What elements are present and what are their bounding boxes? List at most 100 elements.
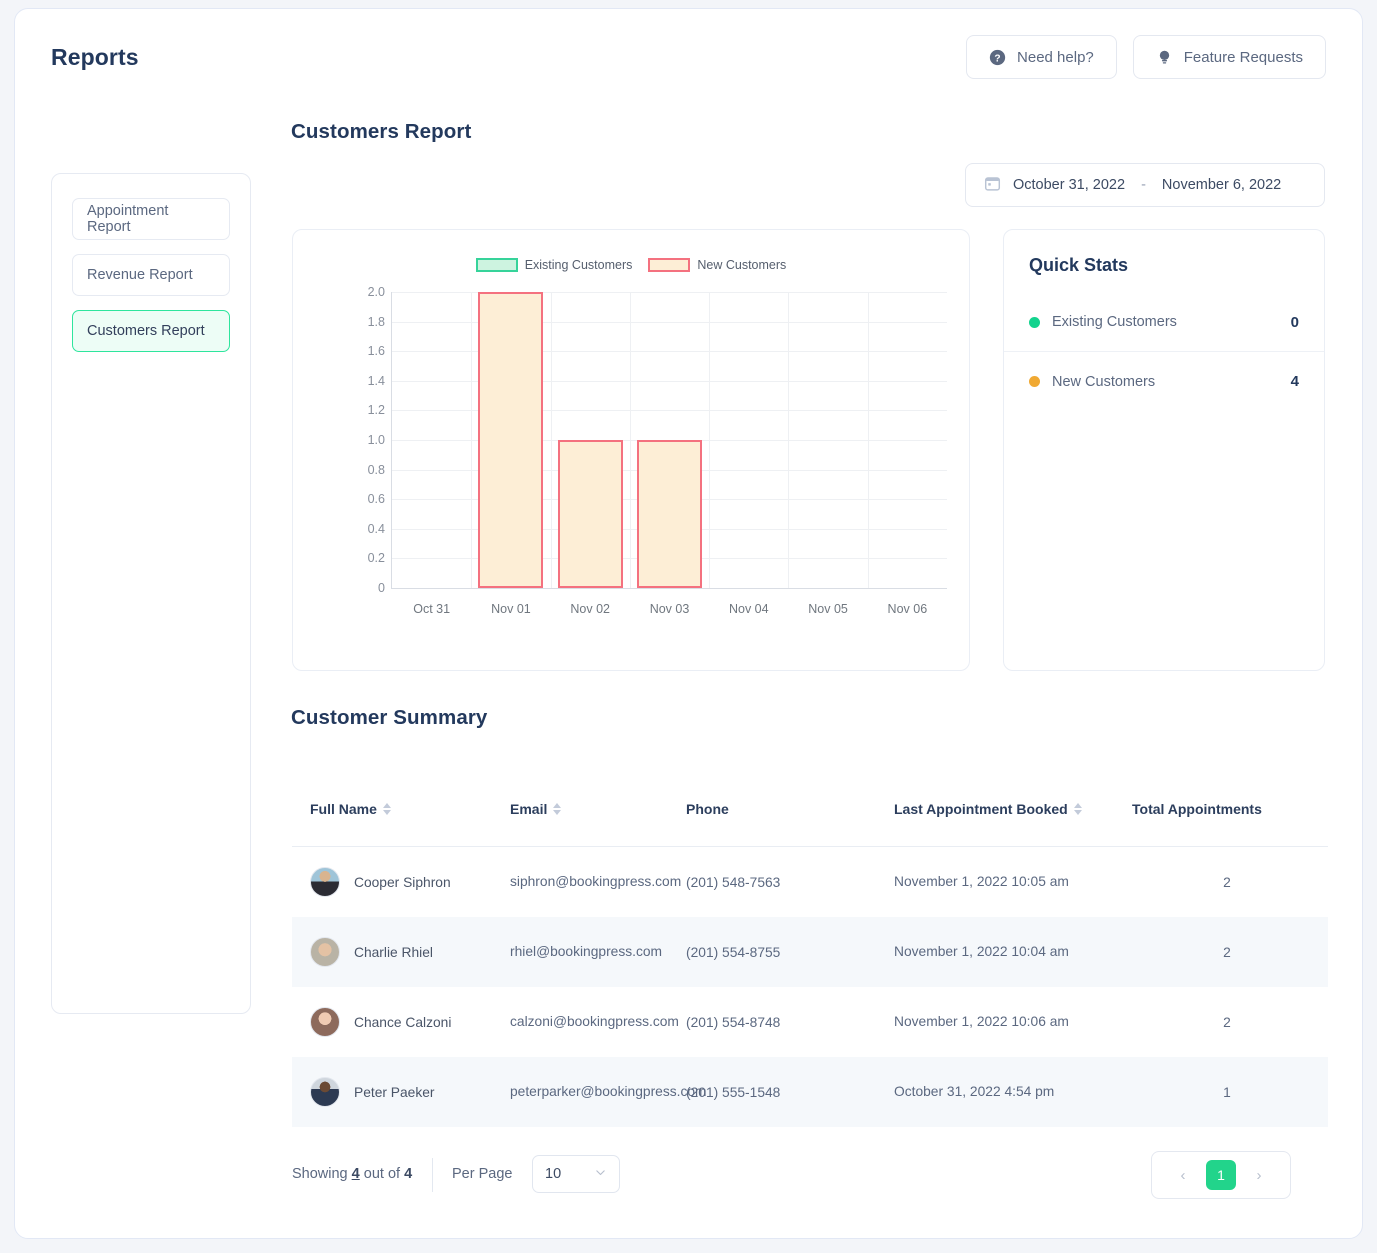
cell-phone: (201) 554-8755 bbox=[686, 944, 781, 960]
lightbulb-icon bbox=[1156, 49, 1173, 66]
cell-last-appointment: November 1, 2022 10:06 am bbox=[894, 1014, 1069, 1030]
svg-text:?: ? bbox=[994, 53, 1000, 64]
sort-email-icon[interactable] bbox=[553, 802, 562, 815]
chart-gridline-horizontal bbox=[392, 351, 947, 353]
per-page-select[interactable]: 10 bbox=[532, 1155, 620, 1193]
chart-y-tick-label: 1.0 bbox=[367, 433, 385, 447]
chart-y-tick-label: 1.8 bbox=[367, 314, 385, 329]
table-row[interactable]: Charlie Rhiel rhiel@bookingpress.com (20… bbox=[292, 917, 1328, 987]
column-label: Phone bbox=[686, 800, 729, 817]
chart-gridline-vertical bbox=[788, 292, 790, 588]
cell-full-name: Cooper Siphron bbox=[292, 867, 510, 897]
cell-full-name: Peter Paeker bbox=[292, 1077, 510, 1107]
sidebar-item-label: Appointment Report bbox=[87, 203, 169, 235]
chart-y-tick-label: 0 bbox=[378, 581, 385, 595]
column-label: Total Appointments bbox=[1132, 800, 1262, 817]
chart-y-tick-label: 1.4 bbox=[367, 373, 385, 388]
chart-gridline-horizontal bbox=[392, 380, 947, 382]
showing-total: 4 bbox=[404, 1166, 413, 1182]
date-range-picker[interactable]: October 31, 2022 - November 6, 2022 bbox=[965, 163, 1325, 207]
feature-requests-button[interactable]: Feature Requests bbox=[1132, 35, 1326, 79]
legend-item-existing-customers[interactable]: Existing Customers bbox=[475, 258, 632, 272]
chart-x-tick-label: Nov 06 bbox=[887, 602, 928, 616]
quick-stat-label: New Customers bbox=[1052, 373, 1156, 390]
table-header-last-appointment-booked: Last Appointment Booked bbox=[894, 801, 1132, 817]
sort-last-appointment-icon[interactable] bbox=[1073, 802, 1082, 815]
sidebar-item-label: Revenue Report bbox=[87, 267, 193, 283]
sidebar-item-appointment-report[interactable]: Appointment Report bbox=[72, 198, 230, 240]
chevron-down-icon bbox=[594, 1166, 607, 1183]
pagination-page-1[interactable]: 1 bbox=[1206, 1160, 1236, 1190]
sidebar-item-customers-report[interactable]: Customers Report bbox=[72, 310, 230, 352]
need-help-button[interactable]: ? Need help? bbox=[966, 35, 1117, 79]
pagination-prev-button[interactable]: ‹ bbox=[1174, 1167, 1192, 1184]
chart-bar[interactable] bbox=[478, 292, 544, 588]
date-range-separator: - bbox=[1141, 177, 1146, 193]
avatar bbox=[310, 1077, 340, 1107]
table-row[interactable]: Chance Calzoni calzoni@bookingpress.com … bbox=[292, 987, 1328, 1057]
legend-item-new-customers[interactable]: New Customers bbox=[648, 258, 786, 272]
pagination-next-button[interactable]: › bbox=[1250, 1167, 1268, 1184]
column-label: Email bbox=[510, 800, 548, 817]
quick-stats-title: Quick Stats bbox=[1029, 255, 1129, 275]
pagination: ‹ 1 › bbox=[1151, 1151, 1291, 1199]
cell-last-appointment: October 31, 2022 4:54 pm bbox=[894, 1084, 1055, 1100]
chart-gridline-vertical bbox=[550, 292, 552, 588]
legend-label-new: New Customers bbox=[697, 258, 787, 272]
cell-email: rhiel@bookingpress.com bbox=[510, 944, 663, 960]
customer-name: Cooper Siphron bbox=[354, 874, 451, 890]
customer-name: Peter Paeker bbox=[354, 1084, 435, 1100]
showing-count-text: Showing 4 out of 4 bbox=[292, 1166, 412, 1182]
topbar: Reports ? Need help? Feature Requests bbox=[15, 9, 1362, 109]
chart-gridline-horizontal bbox=[392, 292, 947, 293]
reports-page: Reports ? Need help? Feature Requests Ap… bbox=[14, 8, 1363, 1239]
cell-email: siphron@bookingpress.com bbox=[510, 874, 682, 890]
chart-x-tick-label: Nov 04 bbox=[728, 602, 769, 616]
chart-gridline-vertical bbox=[867, 292, 869, 588]
chart-y-tick-label: 1.2 bbox=[367, 403, 385, 418]
chart-gridline-vertical bbox=[629, 292, 631, 588]
column-label: Full Name bbox=[310, 800, 377, 817]
cell-full-name: Chance Calzoni bbox=[292, 1007, 510, 1037]
calendar-icon bbox=[984, 175, 1001, 196]
chart-bar[interactable] bbox=[557, 440, 623, 588]
cell-total-appointments: 2 bbox=[1223, 874, 1231, 890]
sidebar: Appointment Report Revenue Report Custom… bbox=[51, 173, 251, 1014]
need-help-label: Need help? bbox=[1017, 48, 1094, 66]
quick-stat-value: 0 bbox=[1290, 313, 1299, 331]
chart-gridline-horizontal bbox=[392, 410, 947, 412]
feature-requests-label: Feature Requests bbox=[1183, 48, 1303, 66]
chart-plot: 2.0 1.8 1.6 1.4 1.2 1.0 0.8 0.6 0.4 0.2 0 Oct 31 Nov… bbox=[347, 285, 955, 627]
top-actions: ? Need help? Feature Requests bbox=[966, 35, 1326, 79]
chart-bar[interactable] bbox=[636, 440, 702, 588]
cell-email: calzoni@bookingpress.com bbox=[510, 1014, 679, 1030]
table-row[interactable]: Peter Paeker peterparker@bookingpress.co… bbox=[292, 1057, 1328, 1127]
chart-gridline-vertical bbox=[709, 292, 711, 588]
customer-summary-title: Customer Summary bbox=[291, 706, 488, 729]
date-range-end: November 6, 2022 bbox=[1161, 177, 1282, 193]
table-header-phone: Phone bbox=[686, 801, 894, 817]
footer-divider bbox=[432, 1158, 433, 1192]
customer-summary-table: Full Name Email Phone Last Appointment B… bbox=[292, 771, 1328, 1127]
date-range-start: October 31, 2022 bbox=[1013, 177, 1126, 193]
cell-email: peterparker@bookingpress.com bbox=[510, 1084, 707, 1100]
chart-gridline-vertical bbox=[471, 292, 473, 588]
chart-y-tick-label: 2.0 bbox=[367, 285, 385, 299]
per-page-label: Per Page bbox=[452, 1166, 513, 1182]
chart-legend: Existing Customers New Customers bbox=[293, 258, 969, 272]
table-header-email: Email bbox=[510, 801, 686, 817]
table-header-row: Full Name Email Phone Last Appointment B… bbox=[292, 771, 1328, 847]
cell-total-appointments: 2 bbox=[1223, 1014, 1231, 1030]
quick-stat-label: Existing Customers bbox=[1052, 314, 1177, 330]
per-page-value: 10 bbox=[545, 1166, 562, 1182]
avatar bbox=[310, 1007, 340, 1037]
table-row[interactable]: Cooper Siphron siphron@bookingpress.com … bbox=[292, 847, 1328, 917]
sidebar-item-label: Customers Report bbox=[87, 323, 205, 339]
cell-full-name: Charlie Rhiel bbox=[292, 937, 510, 967]
cell-total-appointments: 1 bbox=[1223, 1084, 1231, 1100]
customers-chart-card: Existing Customers New Customers 2.0 1.8 1… bbox=[292, 229, 970, 671]
sidebar-item-revenue-report[interactable]: Revenue Report bbox=[72, 254, 230, 296]
cell-phone: (201) 548-7563 bbox=[686, 874, 781, 890]
legend-swatch-existing bbox=[475, 258, 518, 272]
sort-full-name-icon[interactable] bbox=[382, 802, 391, 815]
